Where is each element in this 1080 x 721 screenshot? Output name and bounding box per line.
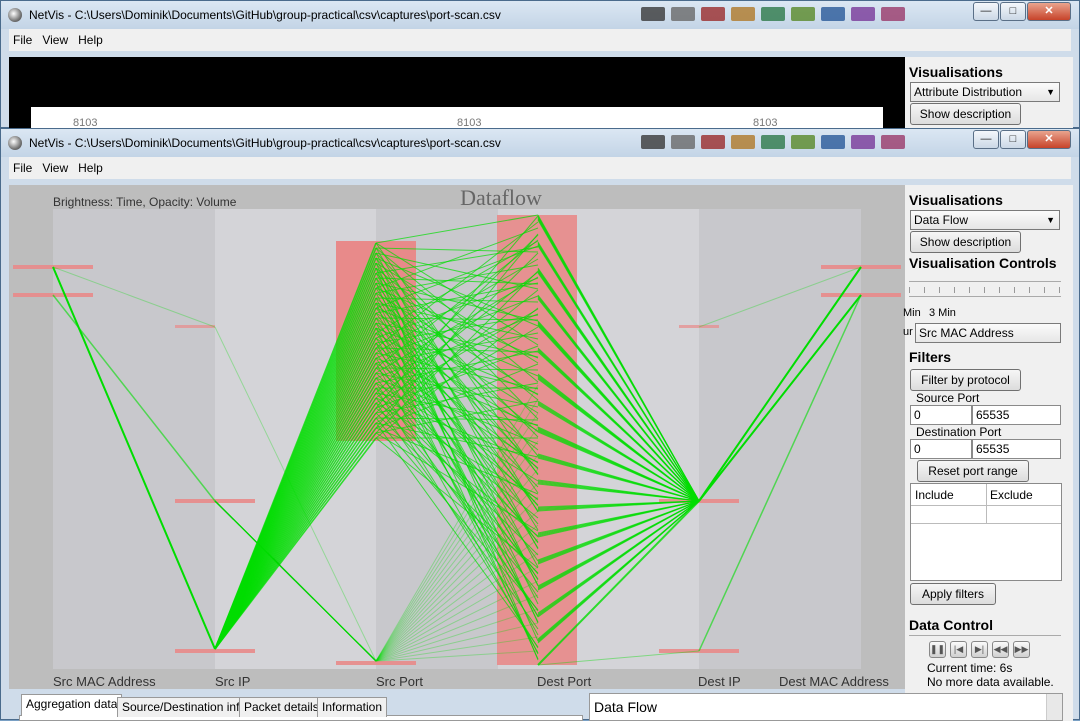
source-port-to-input[interactable]: 65535	[972, 405, 1061, 425]
skip-to-start-icon[interactable]: |◀	[950, 641, 967, 658]
chevron-down-icon: ▼	[1046, 215, 1055, 225]
source-port-from-input[interactable]: 0	[910, 405, 972, 425]
menu-help[interactable]: Help	[78, 161, 103, 175]
menu-file[interactable]: File	[13, 161, 32, 175]
window-title: NetVis - C:\Users\Dominik\Documents\GitH…	[29, 136, 501, 150]
maximize-button[interactable]: □	[1000, 130, 1026, 149]
back-menu-bar: File View Help	[9, 29, 1071, 51]
menu-bar: File View Help	[9, 157, 1071, 179]
back-visualisation-select[interactable]: Attribute Distribution ▼	[910, 82, 1060, 102]
back-title-bar: NetVis - C:\Users\Dominik\Documents\GitH…	[1, 1, 1079, 29]
back-window: NetVis - C:\Users\Dominik\Documents\GitH…	[0, 0, 1080, 129]
axis-label-dest-mac: Dest MAC Address	[779, 674, 889, 689]
axis-label-src-mac: Src MAC Address	[53, 674, 156, 689]
filters-title: Filters	[909, 349, 952, 365]
tab-source-destination-info[interactable]: Source/Destination info	[117, 697, 252, 717]
title-bar: NetVis - C:\Users\Dominik\Documents\GitH…	[1, 129, 1079, 157]
back-chart-area: 8103 8103 8103	[9, 57, 905, 129]
axis-label-dest-port: Dest Port	[537, 674, 592, 689]
slider-track	[909, 281, 1061, 282]
reset-port-range-button[interactable]: Reset port range	[917, 460, 1029, 482]
chart-title: Dataflow	[460, 185, 542, 210]
apply-filters-button[interactable]: Apply filters	[910, 583, 996, 605]
tab-packet-details[interactable]: Packet details	[239, 697, 324, 717]
table-row[interactable]	[911, 506, 1061, 524]
back-menu-file[interactable]: File	[13, 33, 32, 47]
dest-port-from-input[interactable]: 0	[910, 439, 972, 459]
visualisations-title: Visualisations	[909, 192, 1003, 208]
axis-label-src-ip: Src IP	[215, 674, 251, 689]
colour-attribute-select-value: Src MAC Address	[919, 326, 1014, 340]
minimize-button[interactable]: —	[973, 130, 999, 149]
visualisation-select-value: Data Flow	[914, 213, 969, 227]
time-slider[interactable]	[909, 279, 1061, 297]
back-chart-plot: 8103 8103 8103	[31, 107, 883, 129]
slider-ticks	[909, 287, 1061, 293]
visualisation-controls-title: Visualisation Controls	[909, 255, 1057, 271]
dataflow-chart: Dataflow Brightness: Time, Opacity: Volu…	[9, 185, 905, 689]
slider-value-label: 3 Min	[929, 307, 956, 319]
close-button[interactable]: ✕	[1027, 130, 1071, 149]
back-show-description-button[interactable]: Show description	[910, 103, 1021, 125]
data-control-divider	[909, 635, 1061, 636]
value-bar	[175, 325, 215, 328]
colour-attribute-select[interactable]: Src MAC Address	[915, 323, 1061, 343]
visualisation-select[interactable]: Data Flow ▼	[910, 210, 1060, 230]
destination-port-label: Destination Port	[916, 425, 1002, 439]
axis-label-dest-ip: Dest IP	[698, 674, 741, 689]
chevron-down-icon: ▼	[1046, 87, 1055, 97]
current-time-text: Current time: 6s	[927, 661, 1013, 675]
background-swatches	[641, 135, 905, 151]
menu-view[interactable]: View	[42, 161, 68, 175]
axis-band	[699, 209, 861, 669]
sidebar: Visualisations Data Flow ▼ Show descripti…	[903, 185, 1073, 721]
scrollbar[interactable]	[1046, 694, 1062, 720]
table-header: Include Exclude	[911, 484, 1061, 524]
value-bar	[175, 649, 255, 653]
axis-label-src-port: Src Port	[376, 674, 423, 689]
front-window: NetVis - C:\Users\Dominik\Documents\GitH…	[0, 128, 1080, 721]
back-minimize-button[interactable]: —	[973, 2, 999, 21]
description-title: Data Flow	[594, 699, 658, 715]
background-swatches	[641, 7, 905, 23]
exclude-header[interactable]: Exclude	[990, 488, 1033, 502]
source-port-label: Source Port	[916, 391, 980, 405]
back-maximize-button[interactable]: □	[1000, 2, 1026, 21]
data-control-title: Data Control	[909, 617, 993, 633]
skip-to-end-icon[interactable]: ▶|	[971, 641, 988, 658]
app-icon	[8, 8, 22, 22]
tab-information[interactable]: Information	[317, 697, 388, 717]
value-bar	[336, 661, 416, 665]
rewind-icon[interactable]: ◀◀	[992, 641, 1009, 658]
back-visualisations-title: Visualisations	[909, 64, 1003, 80]
fast-forward-icon[interactable]: ▶▶	[1013, 641, 1030, 658]
description-panel: Data Flow	[589, 693, 1063, 721]
back-menu-view[interactable]: View	[42, 33, 68, 47]
dest-port-to-input[interactable]: 65535	[972, 439, 1061, 459]
show-description-button[interactable]: Show description	[910, 231, 1021, 253]
back-sidebar: Visualisations Attribute Distribution ▼ S…	[905, 57, 1073, 129]
tab-aggregation-data[interactable]: Aggregation data	[21, 694, 123, 716]
axis-band	[53, 209, 215, 669]
slider-min-label: Min	[903, 307, 921, 319]
back-menu-help[interactable]: Help	[78, 33, 103, 47]
no-more-data-text: No more data available.	[927, 675, 1054, 689]
include-header[interactable]: Include	[915, 488, 954, 502]
filter-by-protocol-button[interactable]: Filter by protocol	[910, 369, 1021, 391]
back-close-button[interactable]: ✕	[1027, 2, 1071, 21]
colour-label: ur	[903, 326, 913, 338]
app-icon	[8, 136, 22, 150]
back-visualisation-select-value: Attribute Distribution	[914, 85, 1023, 99]
back-window-title: NetVis - C:\Users\Dominik\Documents\GitH…	[29, 8, 501, 22]
include-exclude-table[interactable]: Include Exclude	[910, 483, 1062, 581]
chart-legend: Brightness: Time, Opacity: Volume	[53, 195, 237, 209]
pause-icon[interactable]: ❚❚	[929, 641, 946, 658]
